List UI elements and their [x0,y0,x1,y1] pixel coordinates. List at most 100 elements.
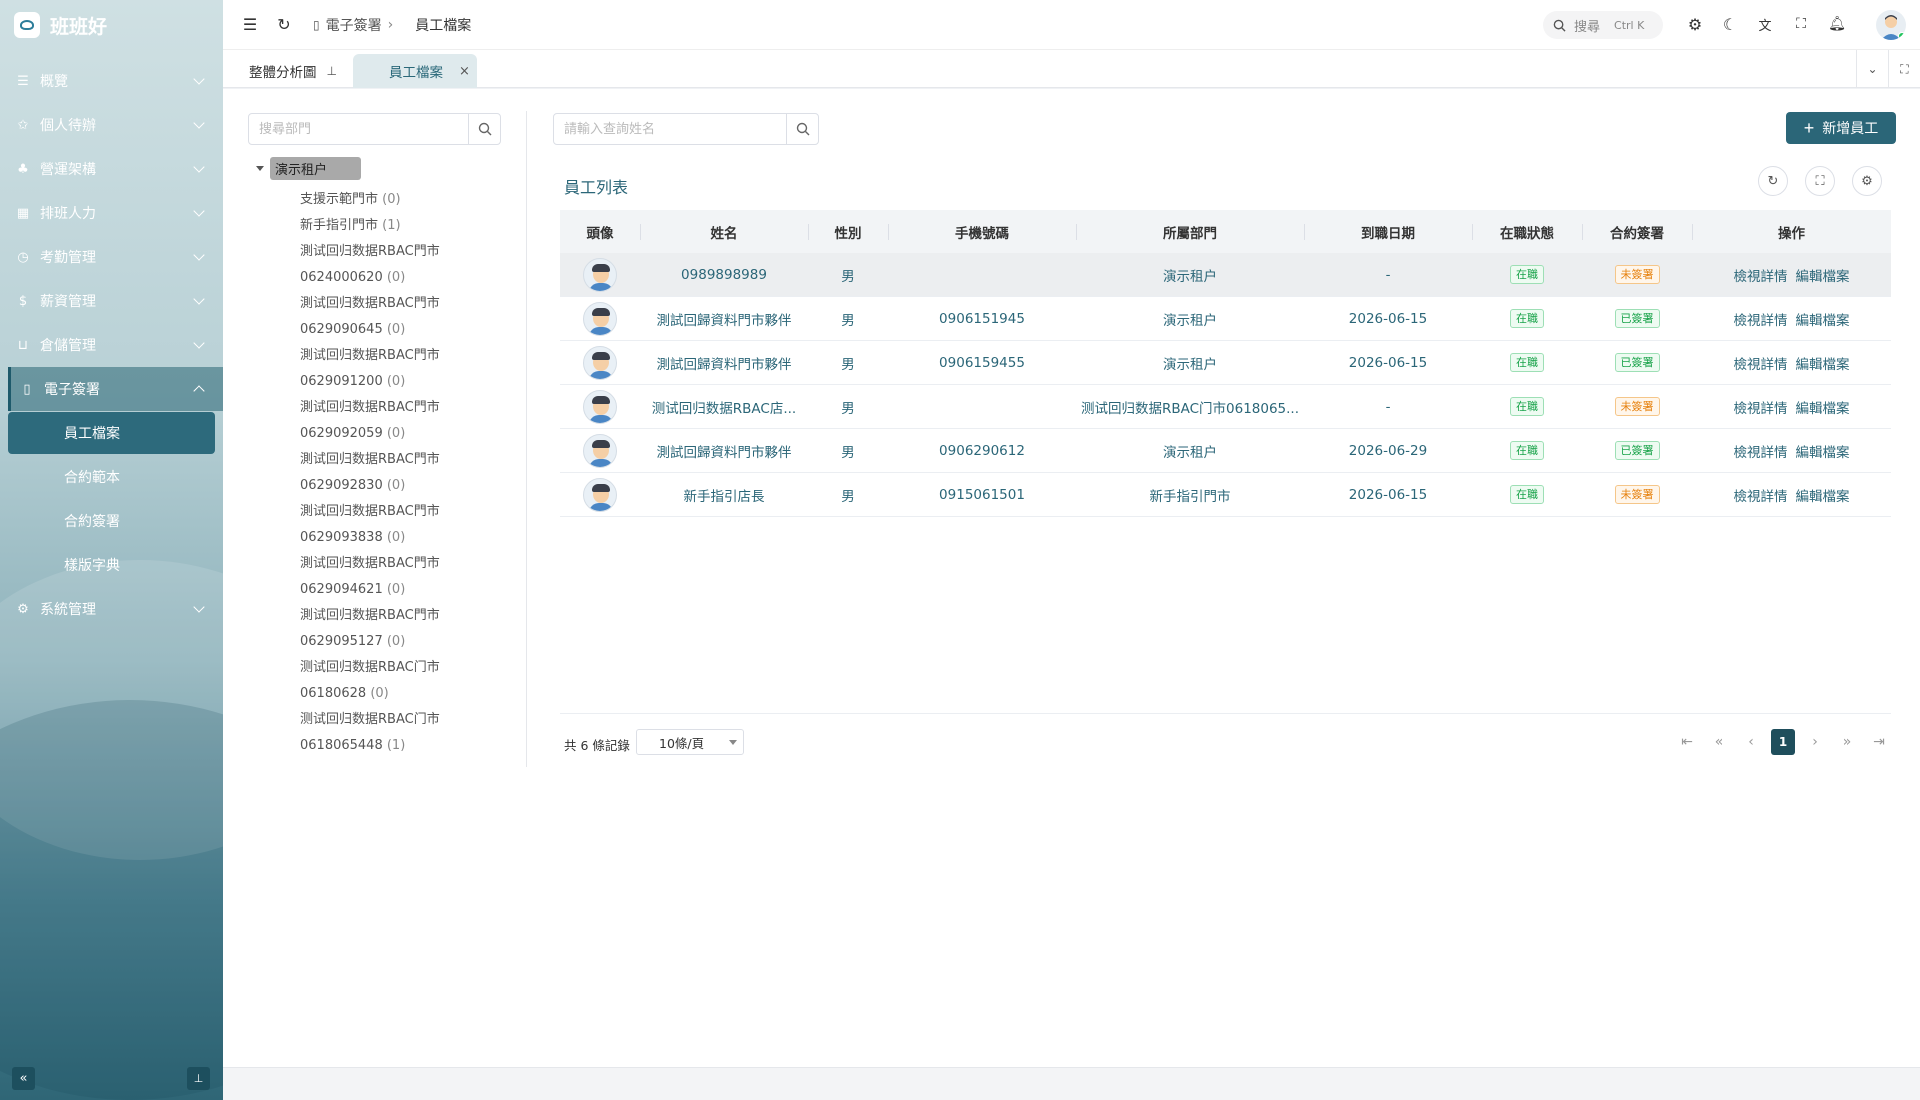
fullscreen-table-button[interactable]: ⛶ [1805,166,1835,196]
status-cell: 在職 [1472,485,1582,504]
tree-node[interactable]: 測试回归数据RBAC門市 0629093838 (0) [253,499,513,551]
collapse-sidebar-button[interactable]: « [12,1067,35,1090]
next-group-icon[interactable]: » [1831,729,1863,755]
sidebar-item-salary[interactable]: $ 薪資管理 [0,279,223,323]
tree-node[interactable]: 測试回归数据RBAC門市 0629090645 (0) [253,291,513,343]
sidebar-item-label: 考勤管理 [40,250,96,266]
department-tree: 演示租户 支援示範門市 (0) 新手指引門市 (1) 測试回归数据RBAC門市 0… [253,156,513,759]
column-header: 姓名 [640,222,808,242]
page-size-select[interactable]: 10條/頁 [636,729,744,755]
table-row[interactable]: 測試回歸資料門市夥伴 男 0906151945 演示租户 2026-06-15 在職 已簽署… [560,297,1891,341]
tree-node[interactable]: 測试回归数据RBAC門市 0629094621 (0) [253,551,513,603]
tab-employee-files[interactable]: 員工檔案 × [353,54,477,88]
view-details-link[interactable]: 檢視詳情 [1734,357,1788,373]
tree-node[interactable]: 新手指引門市 (1) [253,213,513,239]
tree-node[interactable]: 測试回归数据RBAC門市 0629091200 (0) [253,343,513,395]
refresh-table-button[interactable]: ↻ [1758,166,1788,196]
add-employee-button[interactable]: + 新增員工 [1786,112,1896,144]
table-row[interactable]: 測試回歸資料門市夥伴 男 0906290612 演示租户 2026-06-29 在職 已簽署… [560,429,1891,473]
maximize-icon[interactable]: ⛶ [1888,50,1920,88]
chevron-down-icon[interactable]: ⌄ [1856,50,1888,88]
first-page-icon[interactable]: ⇤ [1671,729,1703,755]
sidebar-item-org[interactable]: ♣ 營運架構 [0,147,223,191]
search-shortcut: Ctrl K [1614,18,1645,32]
prev-page-icon[interactable]: ‹ [1735,729,1767,755]
department-search-input[interactable] [249,114,468,144]
tree-node[interactable]: 測试回归数据RBAC門市 0629095127 (0) [253,603,513,655]
sidebar-item-label: 營運架構 [40,162,96,178]
view-details-link[interactable]: 檢視詳情 [1734,313,1788,329]
pin-icon[interactable]: ⊥ [327,64,337,78]
tree-node[interactable]: 测试回归数据RBAC门市 0618065448 (1) [253,707,513,759]
view-details-link[interactable]: 檢視詳情 [1734,489,1788,505]
sidebar-subitem-template-dictionary[interactable]: 樣版字典 [0,543,223,587]
tree-node[interactable]: 測试回归数据RBAC門市 0629092059 (0) [253,395,513,447]
last-page-icon[interactable]: ⇥ [1863,729,1895,755]
tree-node[interactable]: 測试回归数据RBAC門市 0624000620 (0) [253,239,513,291]
pin-icon: ✩ [17,117,29,133]
table-row[interactable]: 測試回歸資料門市夥伴 男 0906159455 演示租户 2026-06-15 在職 已簽署… [560,341,1891,385]
global-search[interactable]: 搜尋 Ctrl K [1543,11,1663,39]
breadcrumb-item[interactable]: 電子簽署 [326,15,382,35]
edit-file-link[interactable]: 編輯檔案 [1796,357,1850,373]
fullscreen-icon[interactable]: ⛶ [1791,14,1811,34]
app-logo[interactable]: 班班好 [14,10,107,40]
tree-node[interactable]: 測试回归数据RBAC門市 0629092830 (0) [253,447,513,499]
sidebar-item-warehouse[interactable]: ⊔ 倉儲管理 [0,323,223,367]
page-number[interactable]: 1 [1771,729,1795,755]
tree-node[interactable]: 支援示範門市 (0) [253,187,513,213]
column-header: 在職狀態 [1472,222,1582,242]
avatar [583,301,617,336]
column-settings-button[interactable]: ⚙ [1852,166,1882,196]
edit-file-link[interactable]: 編輯檔案 [1796,313,1850,329]
view-details-link[interactable]: 檢視詳情 [1734,445,1788,461]
tab-overview-analysis[interactable]: 整體分析圖 ⊥ [231,54,351,88]
tree-node-code: 0629093838 [300,530,383,545]
menu-toggle-icon[interactable]: ☰ [240,14,260,34]
department-cell: 新手指引門市 [1149,488,1231,505]
sidebar-subitem-employee-files[interactable]: 員工檔案 [8,412,215,454]
tree-node-count: (0) [382,192,401,207]
table-row[interactable]: 测试回归数据RBAC店... 男 测试回归数据RBAC门市0618065... - 在職… [560,385,1891,429]
status-cell: 在職 [1472,353,1582,372]
sidebar-item-schedule[interactable]: ▦ 排班人力 [0,191,223,235]
table-row[interactable]: 0989898989 男 演示租户 - 在職 未簽署 檢視詳情 編輯檔案 [560,253,1891,297]
sidebar-subitem-contract-templates[interactable]: 合約範本 [0,455,223,499]
edit-file-link[interactable]: 編輯檔案 [1796,269,1850,285]
bell-icon[interactable]: 🔔︎ [1827,14,1847,34]
employee-search-button[interactable] [786,114,818,144]
tree-node-label: 新手指引門市 [300,218,379,233]
tab-label: 整體分析圖 [249,65,317,81]
department-search-button[interactable] [468,114,500,144]
hire-date-cell: - [1385,398,1391,415]
employee-search-input[interactable] [554,114,786,144]
next-page-icon[interactable]: › [1799,729,1831,755]
user-avatar[interactable] [1876,10,1906,40]
sidebar-item-esign[interactable]: ▯ 電子簽署 [8,367,223,411]
edit-file-link[interactable]: 編輯檔案 [1796,489,1850,505]
refresh-icon: ↻ [1767,173,1779,189]
close-icon[interactable]: × [459,64,470,79]
sidebar-item-system[interactable]: ⚙ 系統管理 [0,587,223,631]
table-row[interactable]: 新手指引店長 男 0915061501 新手指引門市 2026-06-15 在職 未簽署 檢視… [560,473,1891,517]
refresh-icon[interactable]: ↻ [274,14,294,34]
tree-node[interactable]: 测试回归数据RBAC门市 06180628 (0) [253,655,513,707]
gender-cell: 男 [841,400,855,417]
main-content: 演示租户 支援示範門市 (0) 新手指引門市 (1) 測试回归数据RBAC門市 0… [223,89,1920,1067]
settings-icon[interactable]: ⚙ [1685,14,1705,34]
prev-group-icon[interactable]: « [1703,729,1735,755]
edit-file-link[interactable]: 編輯檔案 [1796,401,1850,417]
translate-icon[interactable]: 文 [1755,14,1775,34]
dark-mode-icon[interactable]: ☾ [1720,14,1740,34]
sidebar-subitem-contract-signing[interactable]: 合約簽署 [0,499,223,543]
view-details-link[interactable]: 檢視詳情 [1734,401,1788,417]
caret-down-icon[interactable] [256,165,264,171]
view-details-link[interactable]: 檢視詳情 [1734,269,1788,285]
sidebar-item-overview[interactable]: ☰ 概覽 [0,59,223,103]
avatar [583,477,617,512]
edit-file-link[interactable]: 編輯檔案 [1796,445,1850,461]
sidebar-item-todo[interactable]: ✩ 個人待辦 [0,103,223,147]
pin-sidebar-button[interactable]: ⊥ [187,1067,210,1090]
tree-root-node[interactable]: 演示租户 [253,156,513,180]
sidebar-item-attendance[interactable]: ◷ 考勤管理 [0,235,223,279]
